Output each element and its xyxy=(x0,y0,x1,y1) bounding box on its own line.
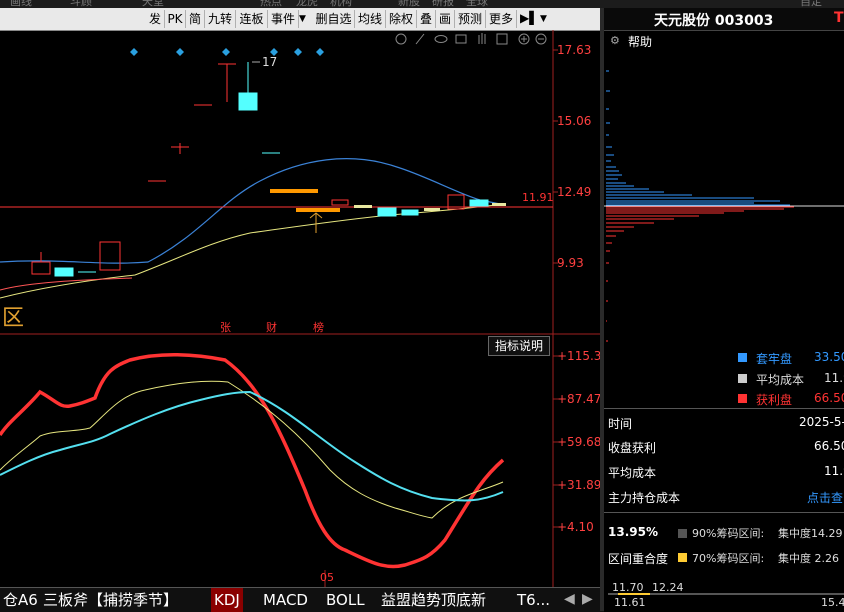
info-value: 11.9 xyxy=(824,464,844,478)
legend-label: 套牢盘 xyxy=(756,352,793,366)
toolbar-jian-button[interactable]: 简 xyxy=(186,10,205,28)
range-bar-highlight xyxy=(618,593,650,595)
legend-value: 66.50 xyxy=(814,391,844,405)
toolbar-forecast-button[interactable]: 预测 xyxy=(455,10,486,28)
concentration-pct: 13.95% xyxy=(608,525,658,539)
price-axis-label: 17.63 xyxy=(557,43,592,57)
toolbar-draw-button[interactable]: 画 xyxy=(436,10,455,28)
info-label: 时间 xyxy=(608,417,633,431)
info-value: 66.50 xyxy=(814,439,844,453)
range70-concentration: 集中度 2.26 xyxy=(778,552,839,565)
pen-icon[interactable] xyxy=(415,33,425,45)
legend-label: 获利盘 xyxy=(756,393,793,407)
price-axis-label: 15.06 xyxy=(557,114,592,128)
top-menu-item[interactable]: 斗顾 xyxy=(70,0,92,8)
main-cost-link[interactable]: 点击查 xyxy=(807,489,843,506)
area-text: 区 xyxy=(2,306,25,331)
top-menu-item[interactable]: 全球 xyxy=(466,0,488,8)
range90-label: 90%筹码区间: xyxy=(692,527,765,540)
top-menu-item[interactable]: 研报 xyxy=(432,0,454,8)
help-icon[interactable]: ⚙ xyxy=(610,34,620,47)
kdj-axis-label: +115.3 xyxy=(557,349,602,363)
date-label: 05 xyxy=(320,571,334,584)
price-axis-label: 12.49 xyxy=(557,185,592,199)
help-button[interactable]: 帮助 xyxy=(628,33,652,50)
range-high: 15.4 xyxy=(821,596,844,609)
toolbar-ma-button[interactable]: 均线 xyxy=(355,10,386,28)
range90-swatch xyxy=(678,529,687,538)
indicator-tabs: 仓A6 三板斧【捕捞季节】 KDJ MACD BOLL 益盟趋势顶底新 T6..… xyxy=(0,587,604,612)
tab-t6[interactable]: T6... xyxy=(514,588,553,612)
camera-icon[interactable] xyxy=(455,34,467,44)
legend-swatch xyxy=(738,374,747,383)
range70-label: 70%筹码区间: xyxy=(692,552,765,565)
tab-yimeng[interactable]: 益盟趋势顶底新 xyxy=(378,588,489,612)
tab-next-icon[interactable]: ▶ xyxy=(582,591,593,607)
tab-boll[interactable]: BOLL xyxy=(323,588,368,612)
legend-label: 平均成本 xyxy=(756,373,805,387)
top-menu-item[interactable]: 机构 xyxy=(330,0,352,8)
info-label: 收盘获利 xyxy=(608,441,657,455)
eye-icon[interactable] xyxy=(434,35,448,43)
price-axis-label: 9.93 xyxy=(557,256,584,270)
tab-kdj[interactable]: KDJ xyxy=(211,588,243,612)
kdj-axis-label: +59.68 xyxy=(557,435,602,449)
event-dropdown-icon[interactable]: ▼ xyxy=(299,14,306,24)
toolbar-lianban-button[interactable]: 连板 xyxy=(236,10,268,28)
pin-icon[interactable]: ▶▌ xyxy=(520,11,538,25)
stock-title-bar: 天元股份 003003 T xyxy=(604,8,844,31)
top-menu-item[interactable]: 画线 xyxy=(10,0,32,8)
legend-value: 11.9 xyxy=(824,371,844,385)
current-price-tag: 11.91 xyxy=(522,191,554,204)
legend-swatch xyxy=(738,353,747,362)
hand-icon[interactable] xyxy=(478,33,486,44)
top-menu-item[interactable]: 龙虎 xyxy=(296,0,318,8)
chart-toolbar: 发 PK 简 九转 连板 事件 ▼ 删自选 均线 除权 叠 画 预测 更多 ▶▌… xyxy=(0,8,600,31)
range-low: 11.61 xyxy=(614,596,646,609)
event-marker[interactable]: 张 xyxy=(220,319,231,335)
toolbar-pk-button[interactable]: PK xyxy=(165,10,186,28)
toolbar-jiuzhuan-button[interactable]: 九转 xyxy=(205,10,236,28)
overlap-label: 区间重合度 xyxy=(608,552,669,566)
tab-cang-a6[interactable]: 仓A6 xyxy=(0,588,41,612)
candle-high-label: 17 xyxy=(262,55,278,69)
range70-swatch xyxy=(678,553,687,562)
top-menu-item[interactable]: 自定 xyxy=(800,0,822,8)
toolbar-exright-button[interactable]: 除权 xyxy=(386,10,417,28)
legend-value: 33.50 xyxy=(814,350,844,364)
toolbar-fa-button[interactable]: 发 xyxy=(146,10,165,28)
chip-histogram xyxy=(604,70,844,342)
toolbar-delete-watchlist-button[interactable]: 删自选 xyxy=(313,10,355,28)
main-chart[interactable] xyxy=(0,30,604,587)
event-marker[interactable]: 财 xyxy=(266,319,277,335)
export-icon[interactable] xyxy=(496,33,508,45)
legend-swatch xyxy=(738,394,747,403)
toolbar-more-button[interactable]: 更多 xyxy=(486,10,517,28)
kdj-axis-label: +31.89 xyxy=(557,478,602,492)
stock-flag: T xyxy=(834,10,844,26)
info-value: 2025-5- xyxy=(799,415,844,429)
info-label: 平均成本 xyxy=(608,466,657,480)
toolbar-dropdown-icon[interactable]: ▼ xyxy=(540,14,547,24)
range90-concentration: 集中度14.29 xyxy=(778,527,843,540)
indicator-help-button[interactable]: 指标说明 xyxy=(488,336,550,356)
tab-sanbanfu[interactable]: 三板斧【捕捞季节】 xyxy=(40,588,181,612)
top-menu-strip: 画线 斗顾 天堂 热点 龙虎 机构 新股 研报 全球 自定 xyxy=(0,0,844,8)
top-menu-item[interactable]: 新股 xyxy=(398,0,420,8)
toolbar-event-button[interactable]: 事件 xyxy=(268,10,299,28)
kdj-axis-label: +87.47 xyxy=(557,392,602,406)
event-marker[interactable]: 榜 xyxy=(313,319,324,335)
toolbar-overlay-button[interactable]: 叠 xyxy=(417,10,436,28)
stock-name-code: 天元股份 003003 xyxy=(654,13,774,29)
tab-macd[interactable]: MACD xyxy=(260,588,311,612)
info-label: 主力持仓成本 xyxy=(608,491,681,505)
top-menu-item[interactable]: 天堂 xyxy=(142,0,164,8)
tab-prev-icon[interactable]: ◀ xyxy=(564,591,575,607)
kdj-axis-label: +4.10 xyxy=(557,520,594,534)
settings-icon[interactable] xyxy=(395,33,407,45)
top-menu-item[interactable]: 热点 xyxy=(260,0,282,8)
